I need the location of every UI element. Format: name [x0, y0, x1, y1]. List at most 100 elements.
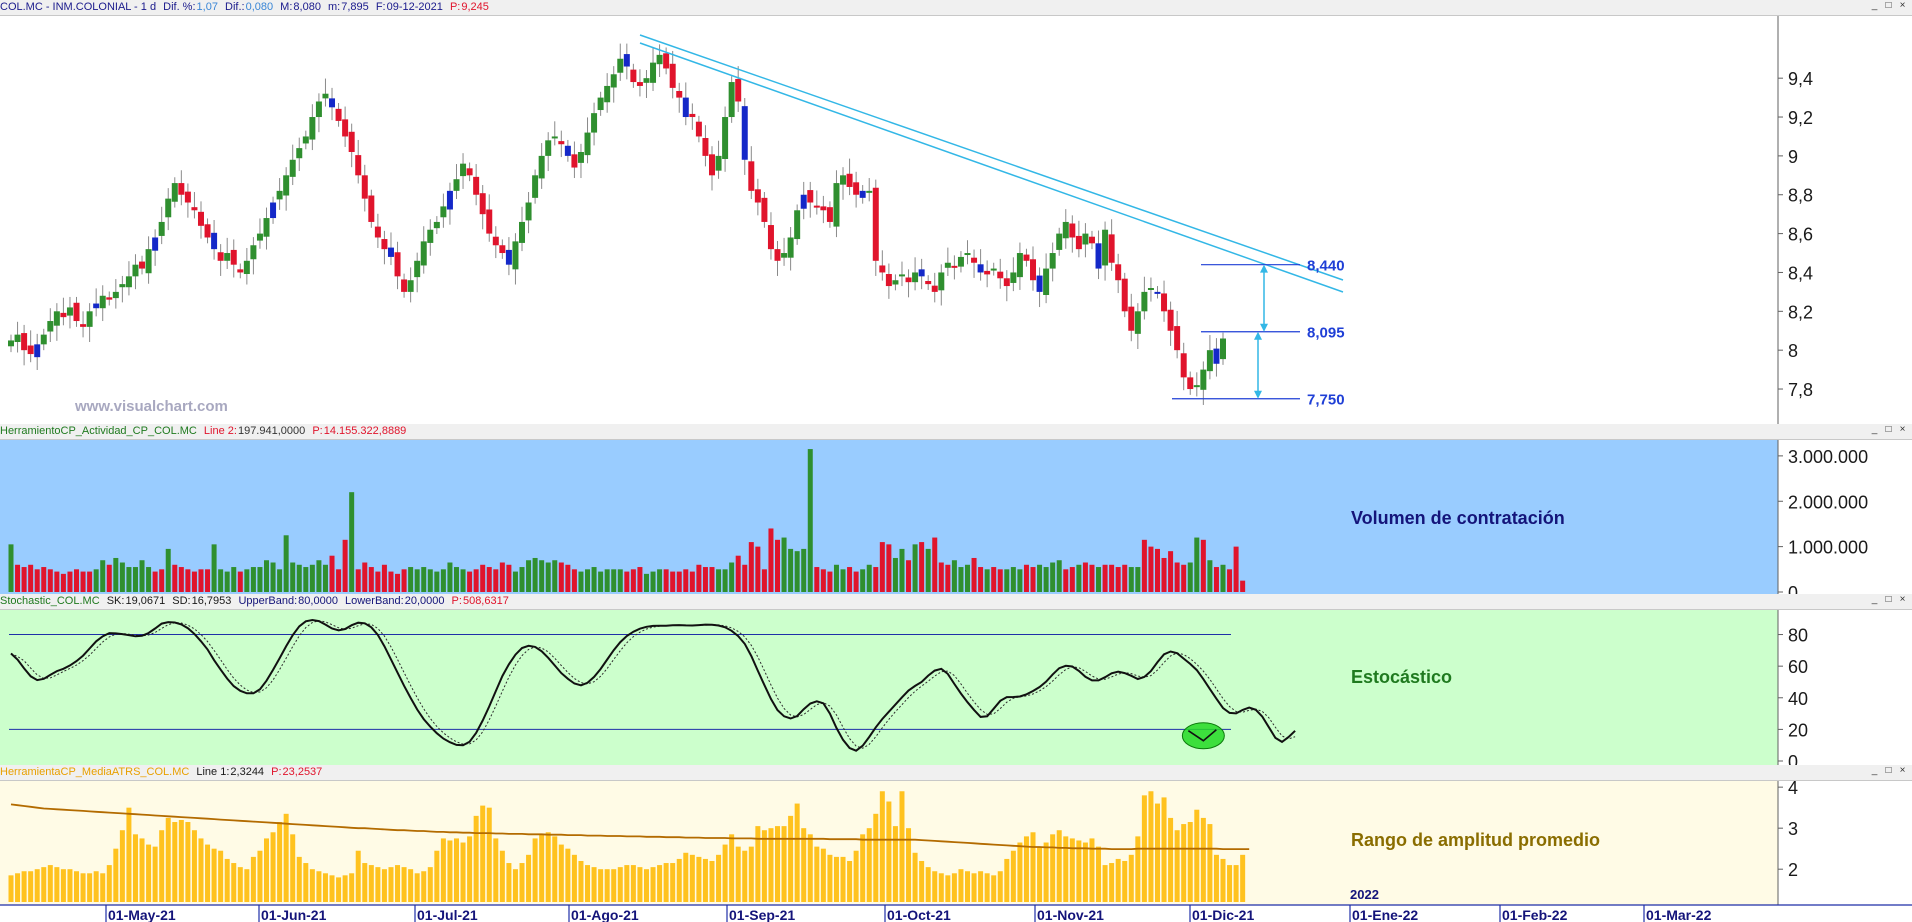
candle-body	[597, 97, 604, 111]
volume-bar	[663, 569, 669, 592]
candle-body	[938, 272, 945, 291]
candle-body	[302, 136, 309, 144]
atr-bar	[244, 869, 250, 902]
candle-body	[60, 312, 67, 318]
candle-body	[1023, 254, 1030, 261]
candle-body	[479, 193, 486, 215]
volume-bar	[938, 562, 944, 592]
candle-body	[551, 136, 558, 139]
volume-bar	[807, 449, 813, 592]
atr-chart[interactable]: 4 3 2 01-May-21 01-Jun-21 01-Jul-21 01-Ago-21 0…	[0, 765, 1912, 922]
volume-bar	[919, 542, 925, 592]
volume-bar	[1181, 564, 1187, 592]
volume-bar	[119, 562, 125, 592]
candle-body	[1206, 350, 1213, 372]
atr-bar	[696, 856, 702, 902]
atr-bar	[1213, 854, 1219, 902]
atr-bar	[126, 807, 132, 902]
candle-body	[1056, 233, 1063, 250]
candle-body	[787, 237, 794, 258]
atr-bar	[375, 867, 381, 902]
candle-body	[512, 241, 519, 270]
atr-bar	[388, 867, 394, 902]
volume-bar	[971, 557, 977, 592]
candle-body	[381, 239, 388, 250]
candle-body	[728, 82, 735, 118]
atr-bar	[617, 867, 623, 902]
atr-bar	[1076, 840, 1082, 902]
atr-bar	[755, 826, 761, 902]
candle-body	[761, 197, 768, 222]
axis-panel	[1778, 781, 1912, 922]
stochastic-axis-tick-label: 80	[1788, 626, 1808, 646]
candle-body	[1108, 234, 1115, 263]
volume-bar	[866, 564, 872, 592]
volume-bar	[788, 548, 794, 592]
candle-body	[309, 117, 316, 140]
candle-body	[663, 53, 670, 69]
atr-bar	[984, 873, 990, 902]
atr-bar	[440, 838, 446, 902]
volume-bar	[473, 569, 479, 592]
volume-bar	[47, 569, 53, 592]
volume-bar	[886, 544, 892, 592]
candle-body	[702, 138, 709, 156]
volume-bar	[296, 564, 302, 592]
volume-bar	[1207, 560, 1213, 592]
volume-bar	[748, 542, 754, 592]
candle-body	[433, 221, 440, 229]
candle-body	[1128, 306, 1135, 331]
volume-bar	[126, 567, 132, 592]
date-axis-tick-label: 01-May-21	[108, 907, 176, 922]
volume-bar	[1004, 569, 1010, 592]
volume-bar	[270, 562, 276, 592]
atr-bar	[853, 850, 859, 902]
candle-body	[250, 245, 257, 260]
atr-bar	[735, 846, 741, 902]
candle-body	[558, 141, 565, 145]
atr-bar	[185, 822, 191, 902]
atr-bar	[277, 822, 283, 902]
candle-body	[329, 98, 336, 108]
volume-bar	[1023, 564, 1029, 592]
atr-bar	[355, 850, 361, 902]
volume-bar	[1043, 567, 1049, 592]
candle-body	[420, 241, 427, 266]
volume-chart[interactable]: 3.000.000 2.000.000 1.000.000 0	[0, 424, 1912, 594]
price-axis-tick-label: 7,8	[1788, 380, 1813, 400]
price-chart[interactable]: 9,4 9,2 9 8,8 8,6 8,4 8,2 8 7,8 8,440 8,095 7,750	[0, 0, 1912, 424]
volume-bar	[329, 555, 335, 592]
atr-bar	[1174, 830, 1180, 902]
volume-bar	[775, 539, 781, 592]
candle-body	[617, 58, 624, 73]
candle-body	[204, 224, 211, 238]
stochastic-chart[interactable]: 80 60 40 20 0	[0, 594, 1912, 765]
atr-bar	[401, 867, 407, 902]
stochastic-axis-tick-label: 40	[1788, 689, 1808, 709]
atr-bar	[788, 815, 794, 902]
volume-bar	[205, 569, 211, 592]
candle-body	[623, 54, 630, 67]
volume-bar	[303, 567, 309, 592]
candle-body	[1030, 259, 1037, 281]
volume-bar	[414, 569, 420, 592]
candle-body	[224, 253, 231, 261]
atr-bar	[1010, 850, 1016, 902]
candle-body	[695, 121, 702, 137]
candle-body	[1102, 229, 1109, 266]
volume-bar	[1096, 567, 1102, 592]
candle-body	[879, 265, 886, 273]
atr-bar	[971, 873, 977, 902]
candle-body	[8, 340, 14, 347]
atr-bar	[493, 838, 499, 902]
candle-body	[335, 108, 342, 121]
atr-bar	[958, 869, 964, 902]
volume-bar	[978, 567, 984, 592]
volume-bar	[152, 571, 158, 592]
candle-body	[1082, 233, 1089, 245]
volume-bar	[1102, 564, 1108, 592]
volume-bar	[15, 564, 21, 592]
atr-pane-label: Rango de amplitud promedio	[1351, 830, 1601, 850]
candle-body	[289, 159, 296, 177]
atr-bar	[938, 873, 944, 902]
